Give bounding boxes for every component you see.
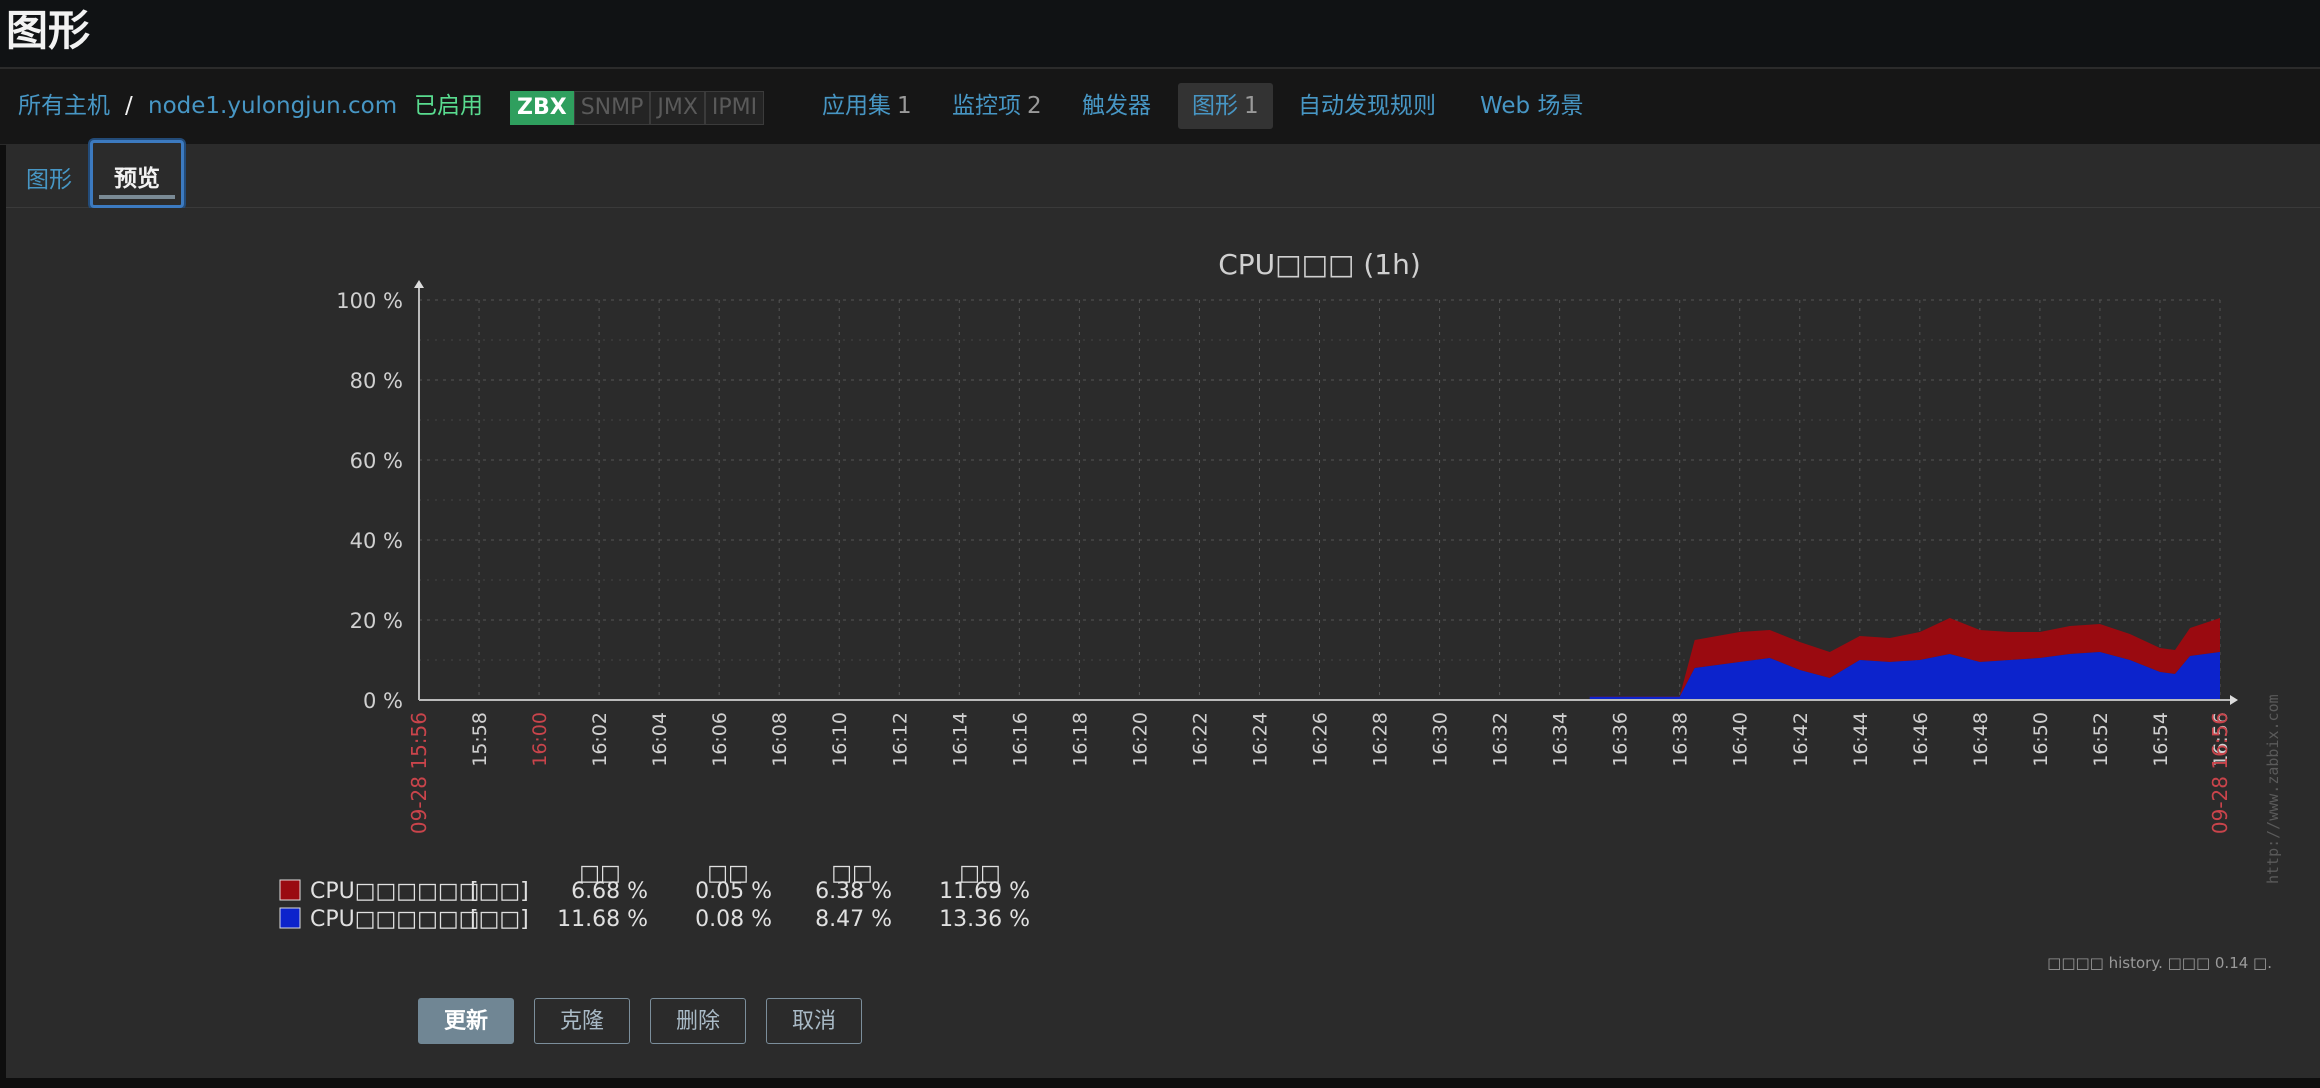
x-tick-label: 16:42: [1790, 712, 1812, 767]
x-tick-label: 16:20: [1129, 712, 1151, 767]
y-axis-arrow: [414, 280, 424, 288]
nav-graphs-count: 1: [1244, 93, 1259, 119]
tab-preview-underline: [99, 195, 175, 199]
breadcrumb-separator: /: [125, 93, 133, 119]
x-tick-label: 16:14: [949, 712, 971, 767]
x-tick-label: 16:06: [709, 712, 731, 767]
x-tick-label: 16:00: [529, 712, 551, 767]
x-tick-label: 16:34: [1550, 712, 1572, 767]
x-tick-label: 16:40: [1730, 712, 1752, 767]
x-tick-label: 16:22: [1189, 712, 1211, 767]
nav-graphs-label: 图形: [1192, 93, 1238, 119]
legend-swatch: [279, 879, 301, 901]
nav-applications-label: 应用集: [822, 93, 891, 119]
availability-badges: ZBX SNMP JMX IPMI: [510, 91, 765, 125]
clone-button[interactable]: 克隆: [534, 998, 630, 1044]
x-tick-label: 16:50: [2030, 712, 2052, 767]
page-header: 图形: [0, 0, 2320, 69]
x-tick-label: 16:28: [1370, 712, 1392, 767]
breadcrumb-all-hosts[interactable]: 所有主机: [18, 69, 110, 144]
tab-preview-label: 预览: [114, 166, 160, 192]
subtab-bar: 图形: [6, 144, 2320, 208]
nav-discovery-rules[interactable]: 自动发现规则: [1298, 69, 1436, 144]
legend-series-name: CPU□□□□□□: [310, 907, 479, 932]
x-tick-label: 16:02: [589, 712, 611, 767]
legend-stat-value: 8.47 %: [815, 907, 892, 932]
y-tick-label: 60 %: [350, 449, 403, 473]
x-tick-label: 16:16: [1009, 712, 1031, 767]
x-tick-label: 16:44: [1850, 712, 1872, 767]
legend-swatch: [279, 907, 301, 929]
x-tick-label: 15:58: [469, 712, 491, 767]
x-tick-label: 16:54: [2150, 712, 2172, 767]
x-tick-label: 16:18: [1069, 712, 1091, 767]
delete-button[interactable]: 删除: [650, 998, 746, 1044]
update-button[interactable]: 更新: [418, 998, 514, 1044]
nav-graphs[interactable]: 图形 1: [1178, 83, 1273, 129]
y-tick-label: 20 %: [350, 609, 403, 633]
x-tick-label: 16:48: [1970, 712, 1992, 767]
nav-items-count: 2: [1027, 93, 1042, 119]
y-tick-label: 40 %: [350, 529, 403, 553]
legend-series-unit: [□□]: [470, 907, 529, 932]
legend-stat-value: 6.68 %: [571, 879, 648, 904]
zabbix-watermark: http://www.zabbix.com: [2264, 694, 2282, 884]
x-axis-arrow: [2230, 695, 2238, 705]
graph-footer-note: □□□□ history. □□□ 0.14 □.: [2047, 954, 2272, 972]
x-start-label: 09-28 15:56: [407, 712, 431, 834]
x-tick-label: 16:12: [889, 712, 911, 767]
x-end-label: 09-28 16:56: [2208, 712, 2232, 834]
x-tick-label: 16:26: [1310, 712, 1332, 767]
x-tick-label: 16:08: [769, 712, 791, 767]
legend-stat-value: 0.08 %: [695, 907, 772, 932]
y-tick-label: 100 %: [336, 289, 403, 313]
x-tick-label: 16:38: [1670, 712, 1692, 767]
status-enabled[interactable]: 已启用: [414, 69, 483, 144]
legend-stat-value: 11.68 %: [557, 907, 648, 932]
y-tick-label: 0 %: [363, 689, 403, 713]
nav-web-scenarios[interactable]: Web 场景: [1480, 69, 1583, 144]
nav-applications-count: 1: [897, 93, 912, 119]
legend-series-unit: [□□]: [470, 879, 529, 904]
x-tick-label: 16:32: [1490, 712, 1512, 767]
badge-ipmi: IPMI: [704, 91, 765, 125]
breadcrumb-host[interactable]: node1.yulongjun.com: [148, 69, 397, 144]
cpu-graph: CPU□□□ (1h) 0 % 20 % 40 % 60 % 80 % 100 % 15:58…: [279, 248, 2282, 972]
chart-title: CPU□□□ (1h): [1218, 248, 1421, 281]
x-tick-label: 16:10: [829, 712, 851, 767]
nav-items[interactable]: 监控项 2: [952, 69, 1042, 144]
badge-jmx: JMX: [650, 91, 705, 125]
x-tick-label: 16:04: [649, 712, 671, 767]
nav-triggers[interactable]: 触发器: [1082, 69, 1151, 144]
legend-series-name: CPU□□□□□□: [310, 879, 479, 904]
x-tick-label: 16:36: [1610, 712, 1632, 767]
nav-applications[interactable]: 应用集 1: [822, 69, 912, 144]
legend-stat-value: 13.36 %: [939, 907, 1030, 932]
x-tick-label: 16:52: [2090, 712, 2112, 767]
legend-stat-value: 6.38 %: [815, 879, 892, 904]
panel-bottom-border: [0, 1078, 2320, 1088]
x-tick-label: 16:30: [1430, 712, 1452, 767]
legend-stat-value: 0.05 %: [695, 879, 772, 904]
tab-preview[interactable]: 预览: [90, 140, 184, 208]
graph-preview-panel: CPU□□□ (1h) 0 % 20 % 40 % 60 % 80 % 100 % 15:58…: [6, 208, 2320, 1078]
page-title: 图形: [6, 6, 91, 55]
host-navigation: 所有主机 / node1.yulongjun.com 已启用 ZBX SNMP …: [0, 69, 2320, 145]
badge-snmp: SNMP: [573, 91, 651, 125]
tab-graph[interactable]: 图形: [26, 160, 72, 194]
x-tick-label: 16:24: [1249, 712, 1271, 767]
cancel-button[interactable]: 取消: [766, 998, 862, 1044]
nav-items-label: 监控项: [952, 93, 1021, 119]
x-tick-label: 16:46: [1910, 712, 1932, 767]
legend-stat-value: 11.69 %: [939, 879, 1030, 904]
y-tick-label: 80 %: [350, 369, 403, 393]
badge-zbx: ZBX: [510, 91, 574, 125]
